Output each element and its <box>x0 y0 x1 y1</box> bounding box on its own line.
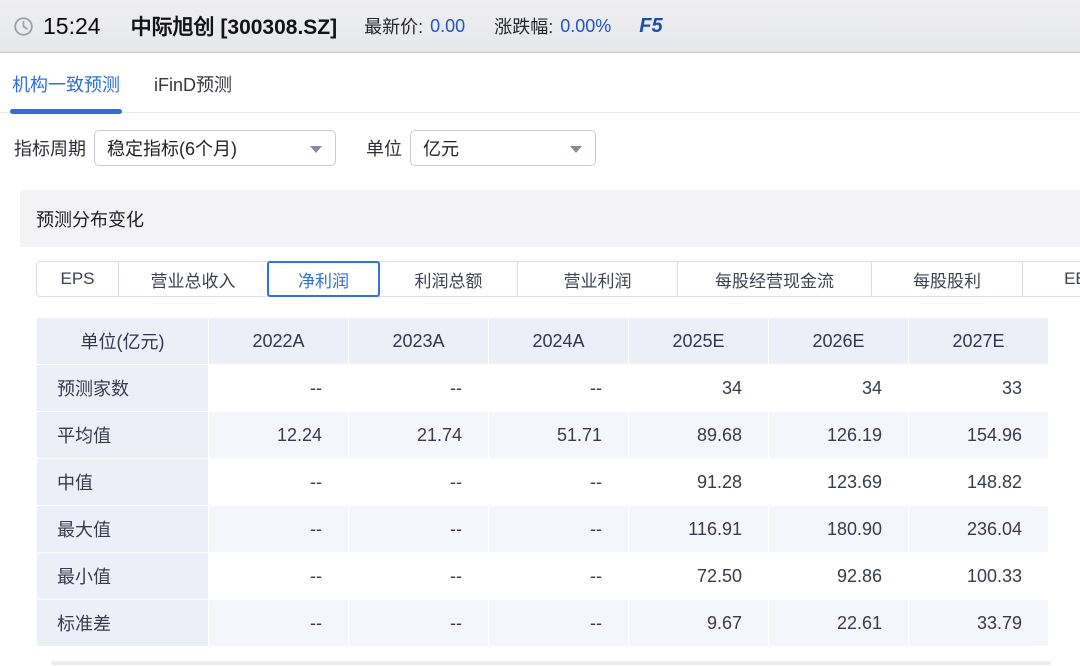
table-cell: -- <box>209 553 349 600</box>
table-cell: 72.50 <box>629 553 769 600</box>
row-label: 中值 <box>37 459 209 506</box>
panel-content: EPS营业总收入净利润利润总额营业利润每股经营现金流每股股利EBIT 单位(亿元… <box>20 247 1080 666</box>
table-cell: -- <box>489 365 629 412</box>
table-row: 平均值12.2421.7451.7189.68126.19154.96 <box>37 412 1049 459</box>
metric-tabs: EPS营业总收入净利润利润总额营业利润每股经营现金流每股股利EBIT <box>36 261 1080 297</box>
table-cell: -- <box>209 600 349 647</box>
table-cell: -- <box>489 459 629 506</box>
table-cell: 34 <box>769 365 909 412</box>
period-select-value: 稳定指标(6个月) <box>107 135 237 161</box>
chevron-down-icon <box>310 146 322 153</box>
table-cell: 21.74 <box>349 412 489 459</box>
table-cell: -- <box>209 506 349 553</box>
clock-icon <box>13 16 34 37</box>
column-header: 2023A <box>349 318 489 365</box>
metric-tab[interactable]: 营业利润 <box>518 262 678 296</box>
metric-tab[interactable]: 利润总额 <box>380 262 518 296</box>
forecast-panel: 预测分布变化 EPS营业总收入净利润利润总额营业利润每股经营现金流每股股利EBI… <box>20 190 1080 666</box>
row-label: 平均值 <box>37 412 209 459</box>
column-header: 单位(亿元) <box>37 318 209 365</box>
table-cell: 100.33 <box>909 553 1049 600</box>
change-value: 0.00% <box>560 16 611 37</box>
unit-select-value: 亿元 <box>423 135 459 161</box>
table-cell: -- <box>489 506 629 553</box>
change-label: 涨跌幅: <box>494 13 553 39</box>
metric-tab[interactable]: EPS <box>37 262 119 296</box>
unit-select[interactable]: 亿元 <box>410 130 596 166</box>
table-row: 预测家数------343433 <box>37 365 1049 412</box>
metric-tab[interactable]: EBIT <box>1023 262 1080 296</box>
table-cell: -- <box>489 600 629 647</box>
table-cell: 116.91 <box>629 506 769 553</box>
top-bar: 15:24 中际旭创 [300308.SZ] 最新价: 0.00 涨跌幅: 0.… <box>0 0 1080 53</box>
row-label: 标准差 <box>37 600 209 647</box>
row-label: 最小值 <box>37 553 209 600</box>
table-cell: 9.67 <box>629 600 769 647</box>
latest-price-value: 0.00 <box>430 16 465 37</box>
filter-row: 指标周期 稳定指标(6个月) 单位 亿元 <box>14 130 1080 166</box>
next-section-divider <box>51 661 1051 665</box>
forecast-table: 单位(亿元)2022A2023A2024A2025E2026E2027E 预测家… <box>36 317 1049 647</box>
latest-price-label: 最新价: <box>364 13 423 39</box>
column-header: 2027E <box>909 318 1049 365</box>
table-cell: 92.86 <box>769 553 909 600</box>
current-time: 15:24 <box>43 13 101 40</box>
table-header-row: 单位(亿元)2022A2023A2024A2025E2026E2027E <box>37 318 1049 365</box>
panel-title: 预测分布变化 <box>20 190 1080 247</box>
stock-title: 中际旭创 [300308.SZ] <box>131 11 338 41</box>
table-cell: -- <box>349 459 489 506</box>
table-row: 最小值------72.5092.86100.33 <box>37 553 1049 600</box>
table-cell: 22.61 <box>769 600 909 647</box>
table-cell: 236.04 <box>909 506 1049 553</box>
row-label: 预测家数 <box>37 365 209 412</box>
nav-tab[interactable]: iFinD预测 <box>152 71 234 112</box>
table-cell: 51.71 <box>489 412 629 459</box>
table-cell: 33 <box>909 365 1049 412</box>
table-cell: -- <box>489 553 629 600</box>
period-select[interactable]: 稳定指标(6个月) <box>94 130 336 166</box>
table-body: 预测家数------343433平均值12.2421.7451.7189.681… <box>37 365 1049 647</box>
table-cell: -- <box>209 459 349 506</box>
chevron-down-icon <box>570 146 582 153</box>
column-header: 2025E <box>629 318 769 365</box>
table-cell: -- <box>349 365 489 412</box>
nav-tab[interactable]: 机构一致预测 <box>10 71 122 112</box>
unit-label: 单位 <box>366 135 402 161</box>
period-label: 指标周期 <box>14 135 86 161</box>
table-cell: 180.90 <box>769 506 909 553</box>
metric-tab[interactable]: 每股经营现金流 <box>678 262 872 296</box>
table-cell: -- <box>349 506 489 553</box>
table-cell: 91.28 <box>629 459 769 506</box>
table-row: 中值------91.28123.69148.82 <box>37 459 1049 506</box>
metric-tab[interactable]: 营业总收入 <box>119 262 268 296</box>
table-cell: 89.68 <box>629 412 769 459</box>
column-header: 2024A <box>489 318 629 365</box>
table-cell: -- <box>209 365 349 412</box>
table-row: 最大值------116.91180.90236.04 <box>37 506 1049 553</box>
table-cell: -- <box>349 553 489 600</box>
column-header: 2022A <box>209 318 349 365</box>
table-row: 标准差------9.6722.6133.79 <box>37 600 1049 647</box>
table-cell: 12.24 <box>209 412 349 459</box>
refresh-f5-button[interactable]: F5 <box>639 15 662 38</box>
table-cell: 126.19 <box>769 412 909 459</box>
table-cell: 33.79 <box>909 600 1049 647</box>
metric-tab[interactable]: 每股股利 <box>872 262 1023 296</box>
table-cell: 148.82 <box>909 459 1049 506</box>
table-cell: 123.69 <box>769 459 909 506</box>
table-cell: 34 <box>629 365 769 412</box>
table-cell: -- <box>349 600 489 647</box>
table-cell: 154.96 <box>909 412 1049 459</box>
nav-tabs: 机构一致预测 iFinD预测 <box>0 53 1080 113</box>
metric-tab[interactable]: 净利润 <box>268 262 380 296</box>
row-label: 最大值 <box>37 506 209 553</box>
column-header: 2026E <box>769 318 909 365</box>
